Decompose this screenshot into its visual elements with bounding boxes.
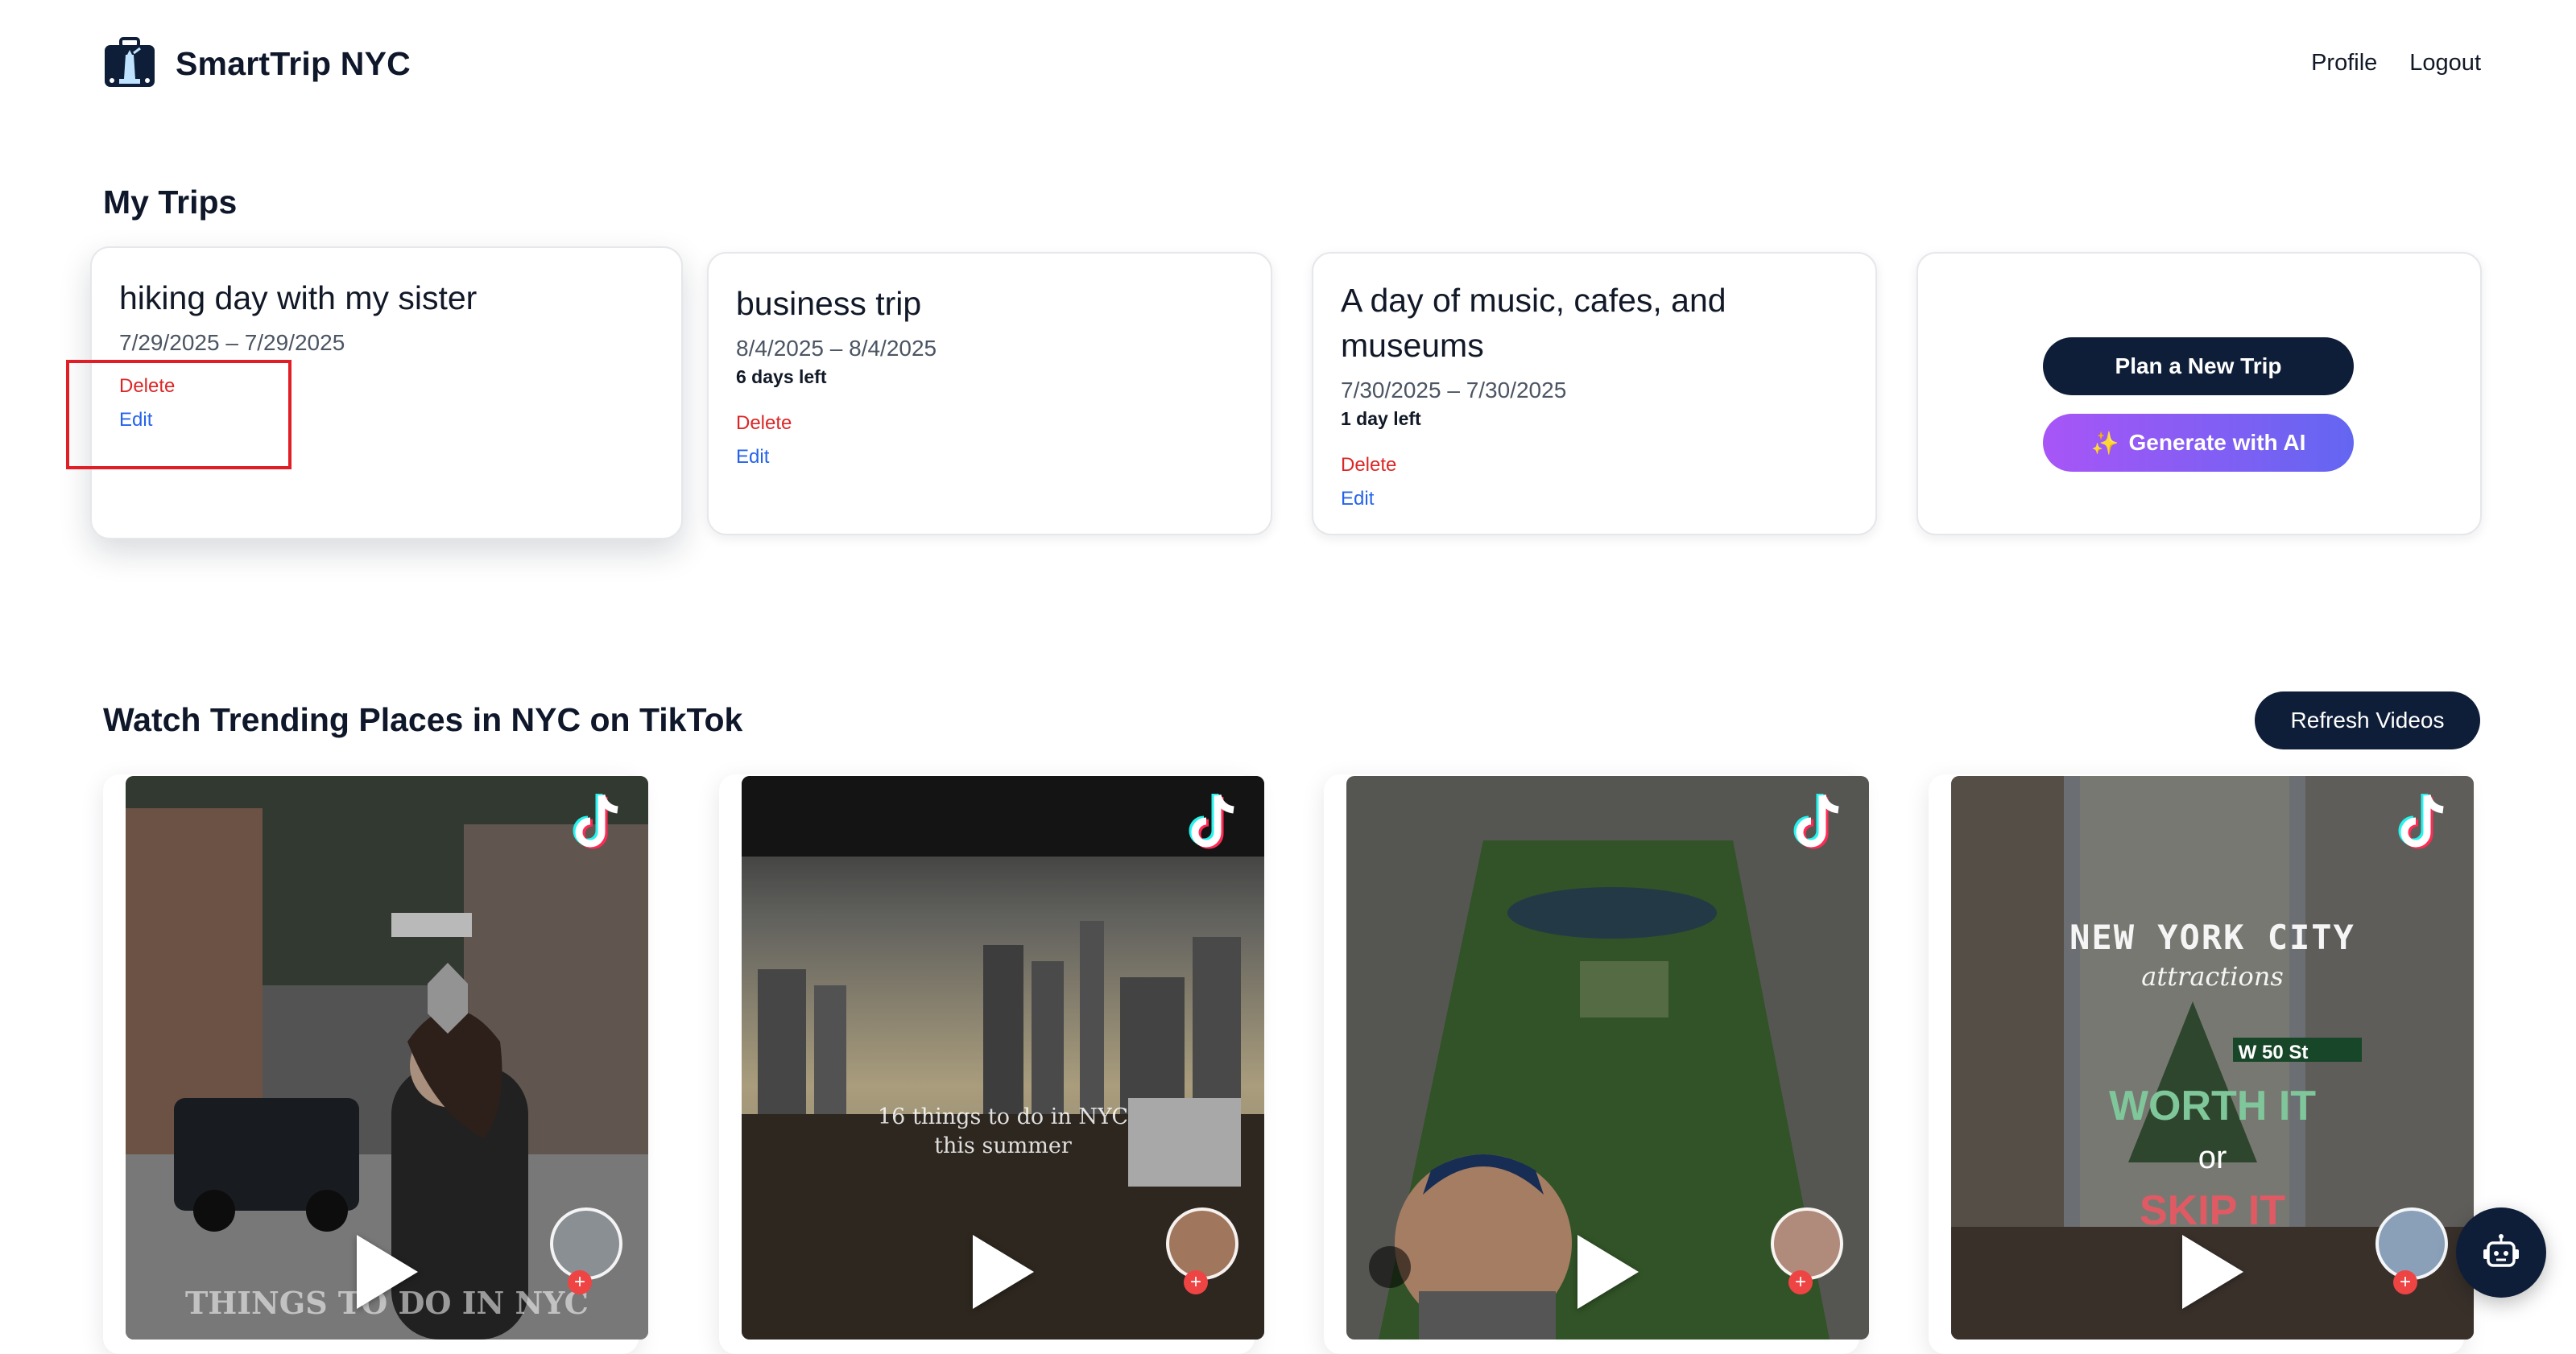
street-sign-text: W 50 St: [2238, 1042, 2309, 1063]
profile-link[interactable]: Profile: [2311, 50, 2377, 76]
edit-trip-button[interactable]: Edit: [1341, 488, 1848, 510]
tiktok-video-card[interactable]: +: [1324, 774, 1869, 1354]
video-thumbnail[interactable]: NEW YORK CITY attractions W 50 St WORTH …: [1951, 776, 2474, 1340]
tiktok-video-card[interactable]: NEW YORK CITY attractions W 50 St WORTH …: [1929, 774, 2474, 1354]
trip-dates: 7/29/2025 – 7/29/2025: [119, 330, 345, 355]
selection-highlight-box: [66, 360, 292, 469]
trip-dates: 8/4/2025 – 8/4/2025: [736, 336, 937, 361]
top-nav: Profile Logout: [2311, 50, 2481, 76]
creator-avatar[interactable]: [550, 1207, 622, 1280]
my-trips-title: My Trips: [103, 184, 238, 221]
creator-avatar[interactable]: [1166, 1207, 1238, 1280]
play-icon[interactable]: [972, 1235, 1034, 1309]
video-overlay-subtitle: attractions: [2141, 961, 2284, 992]
play-icon[interactable]: [2181, 1235, 2243, 1309]
video-thumbnail[interactable]: 16 things to do in NYC this summer +: [742, 776, 1264, 1340]
tiktok-logo-icon: [573, 794, 618, 849]
tiktok-logo-icon: [2398, 794, 2444, 849]
follow-plus-icon[interactable]: +: [2393, 1270, 2417, 1294]
tiktok-video-card[interactable]: 16 things to do in NYC this summer +: [719, 774, 1264, 1354]
delete-trip-button[interactable]: Delete: [1341, 454, 1848, 477]
days-left-label: 1 day left: [1341, 408, 1421, 429]
refresh-videos-button[interactable]: Refresh Videos: [2255, 691, 2480, 749]
edit-trip-button[interactable]: Edit: [736, 446, 1243, 469]
brand[interactable]: SmartTrip NYC: [101, 35, 411, 92]
video-overlay-worth-it: WORTH IT: [2108, 1083, 2317, 1129]
play-icon[interactable]: [356, 1235, 418, 1309]
video-overlay-or: or: [2198, 1140, 2227, 1175]
delete-trip-button[interactable]: Delete: [736, 412, 1243, 435]
chatbot-button[interactable]: [2456, 1207, 2546, 1298]
trip-card[interactable]: business trip 8/4/2025 – 8/4/2025 6 days…: [707, 252, 1272, 535]
days-left-label: 6 days left: [736, 366, 827, 387]
follow-plus-icon[interactable]: +: [568, 1270, 592, 1294]
video-overlay-text-line1: 16 things to do in NYC: [878, 1104, 1128, 1129]
sparkle-icon: ✨: [2090, 430, 2119, 456]
header: SmartTrip NYC Profile Logout: [0, 0, 2576, 132]
robot-icon: [2483, 1234, 2519, 1267]
play-icon[interactable]: [1577, 1235, 1639, 1309]
follow-plus-icon[interactable]: +: [1788, 1270, 1813, 1294]
tiktok-logo-icon: [1189, 794, 1234, 849]
video-overlay-text-line2: this summer: [934, 1133, 1072, 1158]
generate-with-ai-button[interactable]: ✨ Generate with AI: [2043, 414, 2354, 472]
video-overlay-title: NEW YORK CITY: [2069, 918, 2355, 957]
video-thumbnail[interactable]: THINGS TO DO IN NYC +: [126, 776, 648, 1340]
creator-avatar[interactable]: [2375, 1207, 2448, 1280]
tiktok-section-title: Watch Trending Places in NYC on TikTok: [103, 701, 743, 738]
plan-new-trip-button[interactable]: Plan a New Trip: [2043, 337, 2354, 395]
trip-dates: 7/30/2025 – 7/30/2025: [1341, 378, 1567, 402]
trip-card[interactable]: A day of music, cafes, and museums 7/30/…: [1312, 252, 1877, 535]
suitcase-liberty-logo-icon: [105, 37, 155, 87]
app-name: SmartTrip NYC: [176, 44, 411, 82]
camera-icon[interactable]: [1369, 1246, 1411, 1288]
trip-title: A day of music, cafes, and museums: [1341, 282, 1726, 364]
trip-title: business trip: [736, 285, 922, 322]
creator-avatar[interactable]: [1771, 1207, 1843, 1280]
generate-with-ai-label: Generate with AI: [2128, 430, 2306, 455]
follow-plus-icon[interactable]: +: [1184, 1270, 1208, 1294]
tiktok-video-card[interactable]: THINGS TO DO IN NYC +: [103, 774, 648, 1354]
trip-title: hiking day with my sister: [119, 279, 478, 316]
video-thumbnail[interactable]: +: [1346, 776, 1869, 1340]
logout-link[interactable]: Logout: [2409, 50, 2481, 76]
tiktok-logo-icon: [1793, 794, 1839, 849]
